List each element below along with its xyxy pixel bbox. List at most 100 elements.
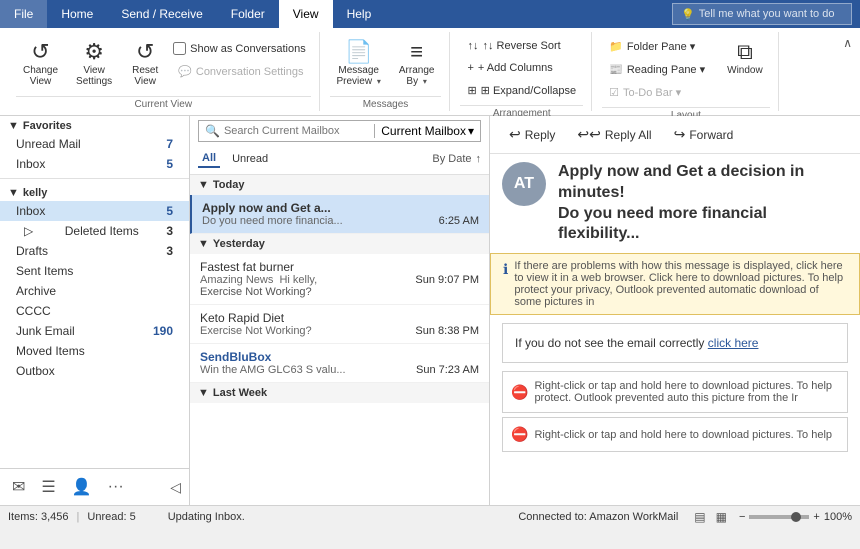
conversation-settings-button[interactable]: 💬 Conversation Settings — [171, 61, 310, 82]
forward-label: Forward — [689, 128, 733, 142]
more-apps-icon[interactable]: ··· — [104, 476, 128, 498]
reply-all-icon: ↩↩ — [577, 126, 600, 143]
message-items: ▼ Today Apply now and Get a... Do you ne… — [190, 175, 489, 505]
view-settings-button[interactable]: ⚙ ViewSettings — [69, 36, 119, 92]
sidebar-moved-label: Moved Items — [16, 344, 85, 358]
zoom-control: − + 100% — [739, 511, 852, 523]
list-view-btn[interactable]: ▤ — [690, 508, 709, 526]
message-1-time: 6:25 AM — [439, 215, 479, 227]
ribbon-collapse[interactable]: ∧ — [843, 32, 852, 111]
reply-label: Reply — [525, 128, 556, 142]
reset-view-button[interactable]: ↺ ResetView — [123, 36, 167, 92]
reverse-sort-button[interactable]: ↑↓ ↑↓ Reverse Sort — [460, 36, 567, 56]
mail-icon[interactable]: ✉ — [8, 475, 29, 499]
forward-button[interactable]: ↪ Forward — [667, 122, 741, 147]
change-view-icon: ↺ — [31, 41, 49, 63]
sidebar-item-unread-mail[interactable]: Unread Mail 7 — [0, 134, 189, 154]
todo-bar-button[interactable]: ☑ To-Do Bar ▾ — [602, 82, 712, 103]
sidebar-collapse-icon[interactable]: ◁ — [170, 479, 181, 496]
sidebar-item-archive[interactable]: Archive — [0, 281, 189, 301]
zoom-in-icon[interactable]: + — [813, 511, 819, 523]
tab-folder[interactable]: Folder — [217, 0, 279, 28]
filter-all[interactable]: All — [198, 150, 220, 168]
view-buttons: ▤ ▦ — [690, 508, 731, 526]
sidebar-item-cccc[interactable]: CCCC — [0, 301, 189, 321]
tab-file[interactable]: File — [0, 0, 47, 28]
sidebar-item-deleted-items[interactable]: ▷ Deleted Items 3 — [0, 221, 189, 241]
search-input[interactable] — [224, 125, 374, 137]
folder-pane-label: Folder Pane ▾ — [627, 40, 696, 53]
sidebar-outbox-label: Outbox — [16, 364, 55, 378]
account-header[interactable]: ▼ kelly — [0, 183, 189, 201]
sidebar-item-outbox[interactable]: Outbox — [0, 361, 189, 381]
add-columns-button[interactable]: + + Add Columns — [460, 58, 559, 78]
reading-pane-button[interactable]: 📰 Reading Pane ▾ — [602, 59, 712, 80]
status-sep-1: | — [77, 511, 80, 523]
message-item-4[interactable]: SendBluBox Win the AMG GLC63 S valu... S… — [190, 344, 489, 383]
yesterday-label: Yesterday — [213, 238, 265, 250]
change-view-button[interactable]: ↺ ChangeView — [16, 36, 65, 92]
items-count: Items: 3,456 — [8, 511, 69, 523]
reset-view-label: ResetView — [132, 65, 158, 87]
today-triangle: ▼ — [198, 179, 209, 191]
compact-view-btn[interactable]: ▦ — [712, 508, 731, 526]
calendar-icon[interactable]: ☰ — [37, 475, 59, 499]
reply-all-button[interactable]: ↩↩ Reply All — [570, 122, 658, 147]
todo-bar-label: To-Do Bar ▾ — [623, 86, 681, 99]
sidebar-item-moved-items[interactable]: Moved Items — [0, 341, 189, 361]
search-icon: 🔍 — [205, 124, 220, 138]
message-1-preview-text: Do you need more financia... — [202, 215, 431, 227]
sidebar-deleted-count: 3 — [166, 224, 173, 238]
show-as-conversations-input[interactable] — [173, 42, 186, 55]
expand-collapse-button[interactable]: ⊞ ⊞ Expand/Collapse — [460, 80, 583, 101]
window-button[interactable]: ⧉ Window — [720, 36, 770, 81]
sidebar-drafts-label: Drafts — [16, 244, 48, 258]
reading-pane-icon: 📰 — [609, 63, 623, 76]
info-icon: ℹ — [503, 261, 508, 278]
zoom-thumb — [791, 512, 801, 522]
message-item-3[interactable]: Keto Rapid Diet Exercise Not Working? Su… — [190, 305, 489, 344]
search-scope-dropdown[interactable]: Current Mailbox ▾ — [374, 124, 474, 138]
email-subject-line2: Do you need more financial flexibility..… — [558, 204, 848, 246]
message-item-2[interactable]: Fastest fat burner Amazing News Hi kelly… — [190, 254, 489, 305]
email-body-link[interactable]: click here — [708, 336, 759, 350]
sidebar-item-drafts[interactable]: Drafts 3 — [0, 241, 189, 261]
sidebar-item-favorites-inbox[interactable]: Inbox 5 — [0, 154, 189, 174]
ribbon-search-box[interactable]: 💡 Tell me what you want to do — [672, 3, 852, 25]
sidebar-archive-label: Archive — [16, 284, 56, 298]
filter-unread[interactable]: Unread — [228, 151, 272, 167]
favorites-header[interactable]: ▼ Favorites — [0, 116, 189, 134]
message-item-1[interactable]: Apply now and Get a... Do you need more … — [190, 195, 489, 234]
tab-view[interactable]: View — [279, 0, 333, 28]
favorites-label: Favorites — [23, 120, 72, 132]
tab-help[interactable]: Help — [333, 0, 386, 28]
expand-collapse-icon: ⊞ — [467, 84, 476, 97]
message-3-time: Sun 8:38 PM — [415, 325, 479, 337]
show-as-conversations-checkbox[interactable]: Show as Conversations — [171, 40, 310, 57]
search-bar[interactable]: 🔍 Current Mailbox ▾ — [198, 120, 481, 142]
sidebar-divider-1 — [0, 178, 189, 179]
arrange-by-button[interactable]: ≡ ArrangeBy ▾ — [392, 36, 442, 92]
zoom-slider[interactable] — [749, 515, 809, 519]
group-messages: 📄 MessagePreview ▾ ≡ ArrangeBy ▾ Message… — [322, 32, 451, 111]
image-placeholder-2: ⛔ Right-click or tap and hold here to do… — [502, 417, 848, 452]
message-preview-button[interactable]: 📄 MessagePreview ▾ — [330, 36, 388, 92]
arrange-by-icon: ≡ — [410, 41, 423, 63]
broken-image-icon-2: ⛔ — [511, 426, 528, 443]
sort-label: By Date — [432, 153, 471, 165]
group-current-view: ↺ ChangeView ⚙ ViewSettings ↺ ResetView … — [8, 32, 320, 111]
folder-pane-button[interactable]: 📁 Folder Pane ▾ — [602, 36, 712, 57]
tab-home[interactable]: Home — [47, 0, 107, 28]
tab-send-receive[interactable]: Send / Receive — [107, 0, 216, 28]
sidebar-item-junk-email[interactable]: Junk Email 190 — [0, 321, 189, 341]
ribbon-search-placeholder: Tell me what you want to do — [699, 8, 835, 20]
sidebar-deleted-label: Deleted Items — [65, 224, 139, 238]
status-bar: Items: 3,456 | Unread: 5 Updating Inbox.… — [0, 505, 860, 527]
sidebar-item-sent-items[interactable]: Sent Items — [0, 261, 189, 281]
sidebar-item-inbox[interactable]: Inbox 5 — [0, 201, 189, 221]
reply-button[interactable]: ↩ Reply — [502, 122, 562, 147]
ribbon-collapse-icon[interactable]: ∧ — [843, 36, 852, 50]
sort-control[interactable]: By Date ↑ — [432, 153, 481, 165]
people-icon[interactable]: 👤 — [68, 475, 96, 499]
zoom-out-icon[interactable]: − — [739, 511, 745, 523]
